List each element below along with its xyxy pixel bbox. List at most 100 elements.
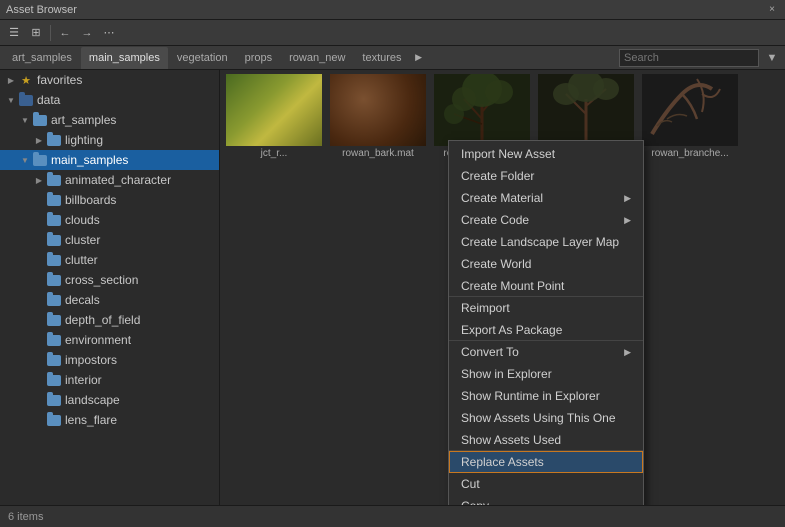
content-area: jct_r... rowan_bark.mat [220,70,785,505]
status-bar: 6 items [0,505,785,527]
tab-props[interactable]: props [237,47,281,69]
sidebar-item-environment[interactable]: environment [0,330,219,350]
sidebar-item-lighting[interactable]: lighting [0,130,219,150]
interior-label: interior [65,373,102,387]
ctx-item-convert-to[interactable]: Convert To ▶ [449,341,643,363]
tabs-bar: art_samples main_samples vegetation prop… [0,46,785,70]
tab-rowan-new[interactable]: rowan_new [281,47,353,69]
toolbar: ☰ ⊞ ← → ⋯ [0,20,785,46]
decals-label: decals [65,293,100,307]
sidebar-item-decals[interactable]: decals [0,290,219,310]
cross-section-label: cross_section [65,273,138,287]
ctx-item-show-in-explorer[interactable]: Show in Explorer [449,363,643,385]
ctx-item-create-landscape-layer-map[interactable]: Create Landscape Layer Map [449,231,643,253]
asset-item-jct[interactable]: jct_r... [224,74,324,159]
tab-scroll-right[interactable]: ▶ [411,47,427,69]
ctx-item-cut[interactable]: Cut [449,473,643,495]
ctx-item-reimport[interactable]: Reimport [449,297,643,319]
ctx-arrow-code: ▶ [624,215,631,226]
tab-main-samples[interactable]: main_samples [81,47,168,69]
sidebar-item-interior[interactable]: interior [0,370,219,390]
status-text: 6 items [8,511,43,523]
sidebar-item-impostors[interactable]: impostors [0,350,219,370]
ctx-item-show-assets-used[interactable]: Show Assets Used [449,429,643,451]
interior-folder-icon [46,373,62,387]
lighting-folder-icon [46,133,62,147]
sidebar-item-animated-character[interactable]: animated_character [0,170,219,190]
ctx-item-export-as-package[interactable]: Export As Package [449,319,643,341]
asset-thumb-jct [226,74,322,146]
sidebar-item-lens-flare[interactable]: lens_flare [0,410,219,430]
clutter-label: clutter [65,253,98,267]
asset-thumb-branch3 [642,74,738,146]
main-samples-label: main_samples [51,153,128,167]
sidebar-item-cluster[interactable]: cluster [0,230,219,250]
art-samples-label: art_samples [51,113,116,127]
filter-icon[interactable]: ▼ [763,49,781,67]
tab-textures[interactable]: textures [354,47,409,69]
ctx-item-copy[interactable]: Copy [449,495,643,505]
sidebar-item-billboards[interactable]: billboards [0,190,219,210]
ctx-item-create-mount-point[interactable]: Create Mount Point [449,275,643,297]
arrow-favorites [4,73,18,87]
depth-of-field-folder-icon [46,313,62,327]
back-icon[interactable]: ← [55,23,75,43]
ctx-item-create-material[interactable]: Create Material ▶ [449,187,643,209]
sidebar-item-landscape[interactable]: landscape [0,390,219,410]
grid-icon[interactable]: ⊞ [26,23,46,43]
sidebar-item-art-samples[interactable]: art_samples [0,110,219,130]
ctx-item-replace-assets[interactable]: Replace Assets [449,451,643,473]
ctx-item-show-runtime-in-explorer[interactable]: Show Runtime in Explorer [449,385,643,407]
animated-character-label: animated_character [65,173,171,187]
cross-section-folder-icon [46,273,62,287]
sidebar-item-data[interactable]: data [0,90,219,110]
asset-thumb-branch2 [538,74,634,146]
more-icon[interactable]: ⋯ [99,23,119,43]
sidebar: ★ favorites data art_samples li [0,70,220,505]
asset-item-branch3[interactable]: rowan_branche... [640,74,740,159]
sidebar-item-clutter[interactable]: clutter [0,250,219,270]
search-input[interactable] [619,49,759,67]
title-bar-title: Asset Browser [6,4,765,16]
main-layout: ★ favorites data art_samples li [0,70,785,505]
sidebar-item-clouds[interactable]: clouds [0,210,219,230]
sidebar-item-main-samples[interactable]: main_samples [0,150,219,170]
ctx-item-show-assets-using[interactable]: Show Assets Using This One [449,407,643,429]
tab-art-samples[interactable]: art_samples [4,47,80,69]
lighting-label: lighting [65,133,103,147]
toolbar-separator [50,25,51,41]
lens-flare-folder-icon [46,413,62,427]
art-samples-folder-icon [32,113,48,127]
forward-icon[interactable]: → [77,23,97,43]
clouds-folder-icon [46,213,62,227]
ctx-item-create-code[interactable]: Create Code ▶ [449,209,643,231]
sidebar-item-favorites[interactable]: ★ favorites [0,70,219,90]
billboards-folder-icon [46,193,62,207]
animated-character-folder-icon [46,173,62,187]
context-menu: Import New Asset Create Folder Create Ma… [448,140,644,505]
ctx-arrow-convert: ▶ [624,347,631,358]
ctx-item-create-world[interactable]: Create World [449,253,643,275]
close-button[interactable]: × [765,3,779,17]
lens-flare-label: lens_flare [65,413,117,427]
clouds-label: clouds [65,213,100,227]
landscape-folder-icon [46,393,62,407]
ctx-arrow-material: ▶ [624,193,631,204]
asset-item-bark[interactable]: rowan_bark.mat [328,74,428,159]
arrow-art-samples [18,113,32,127]
cluster-folder-icon [46,233,62,247]
cluster-label: cluster [65,233,100,247]
sidebar-item-depth-of-field[interactable]: depth_of_field [0,310,219,330]
landscape-label: landscape [65,393,120,407]
ctx-item-import-new-asset[interactable]: Import New Asset [449,143,643,165]
main-samples-folder-icon [32,153,48,167]
data-label: data [37,93,60,107]
asset-label-bark: rowan_bark.mat [342,148,414,159]
arrow-lighting [32,133,46,147]
arrow-animated-character [32,173,46,187]
sidebar-item-cross-section[interactable]: cross_section [0,270,219,290]
impostors-folder-icon [46,353,62,367]
tab-vegetation[interactable]: vegetation [169,47,236,69]
ctx-item-create-folder[interactable]: Create Folder [449,165,643,187]
menu-icon[interactable]: ☰ [4,23,24,43]
